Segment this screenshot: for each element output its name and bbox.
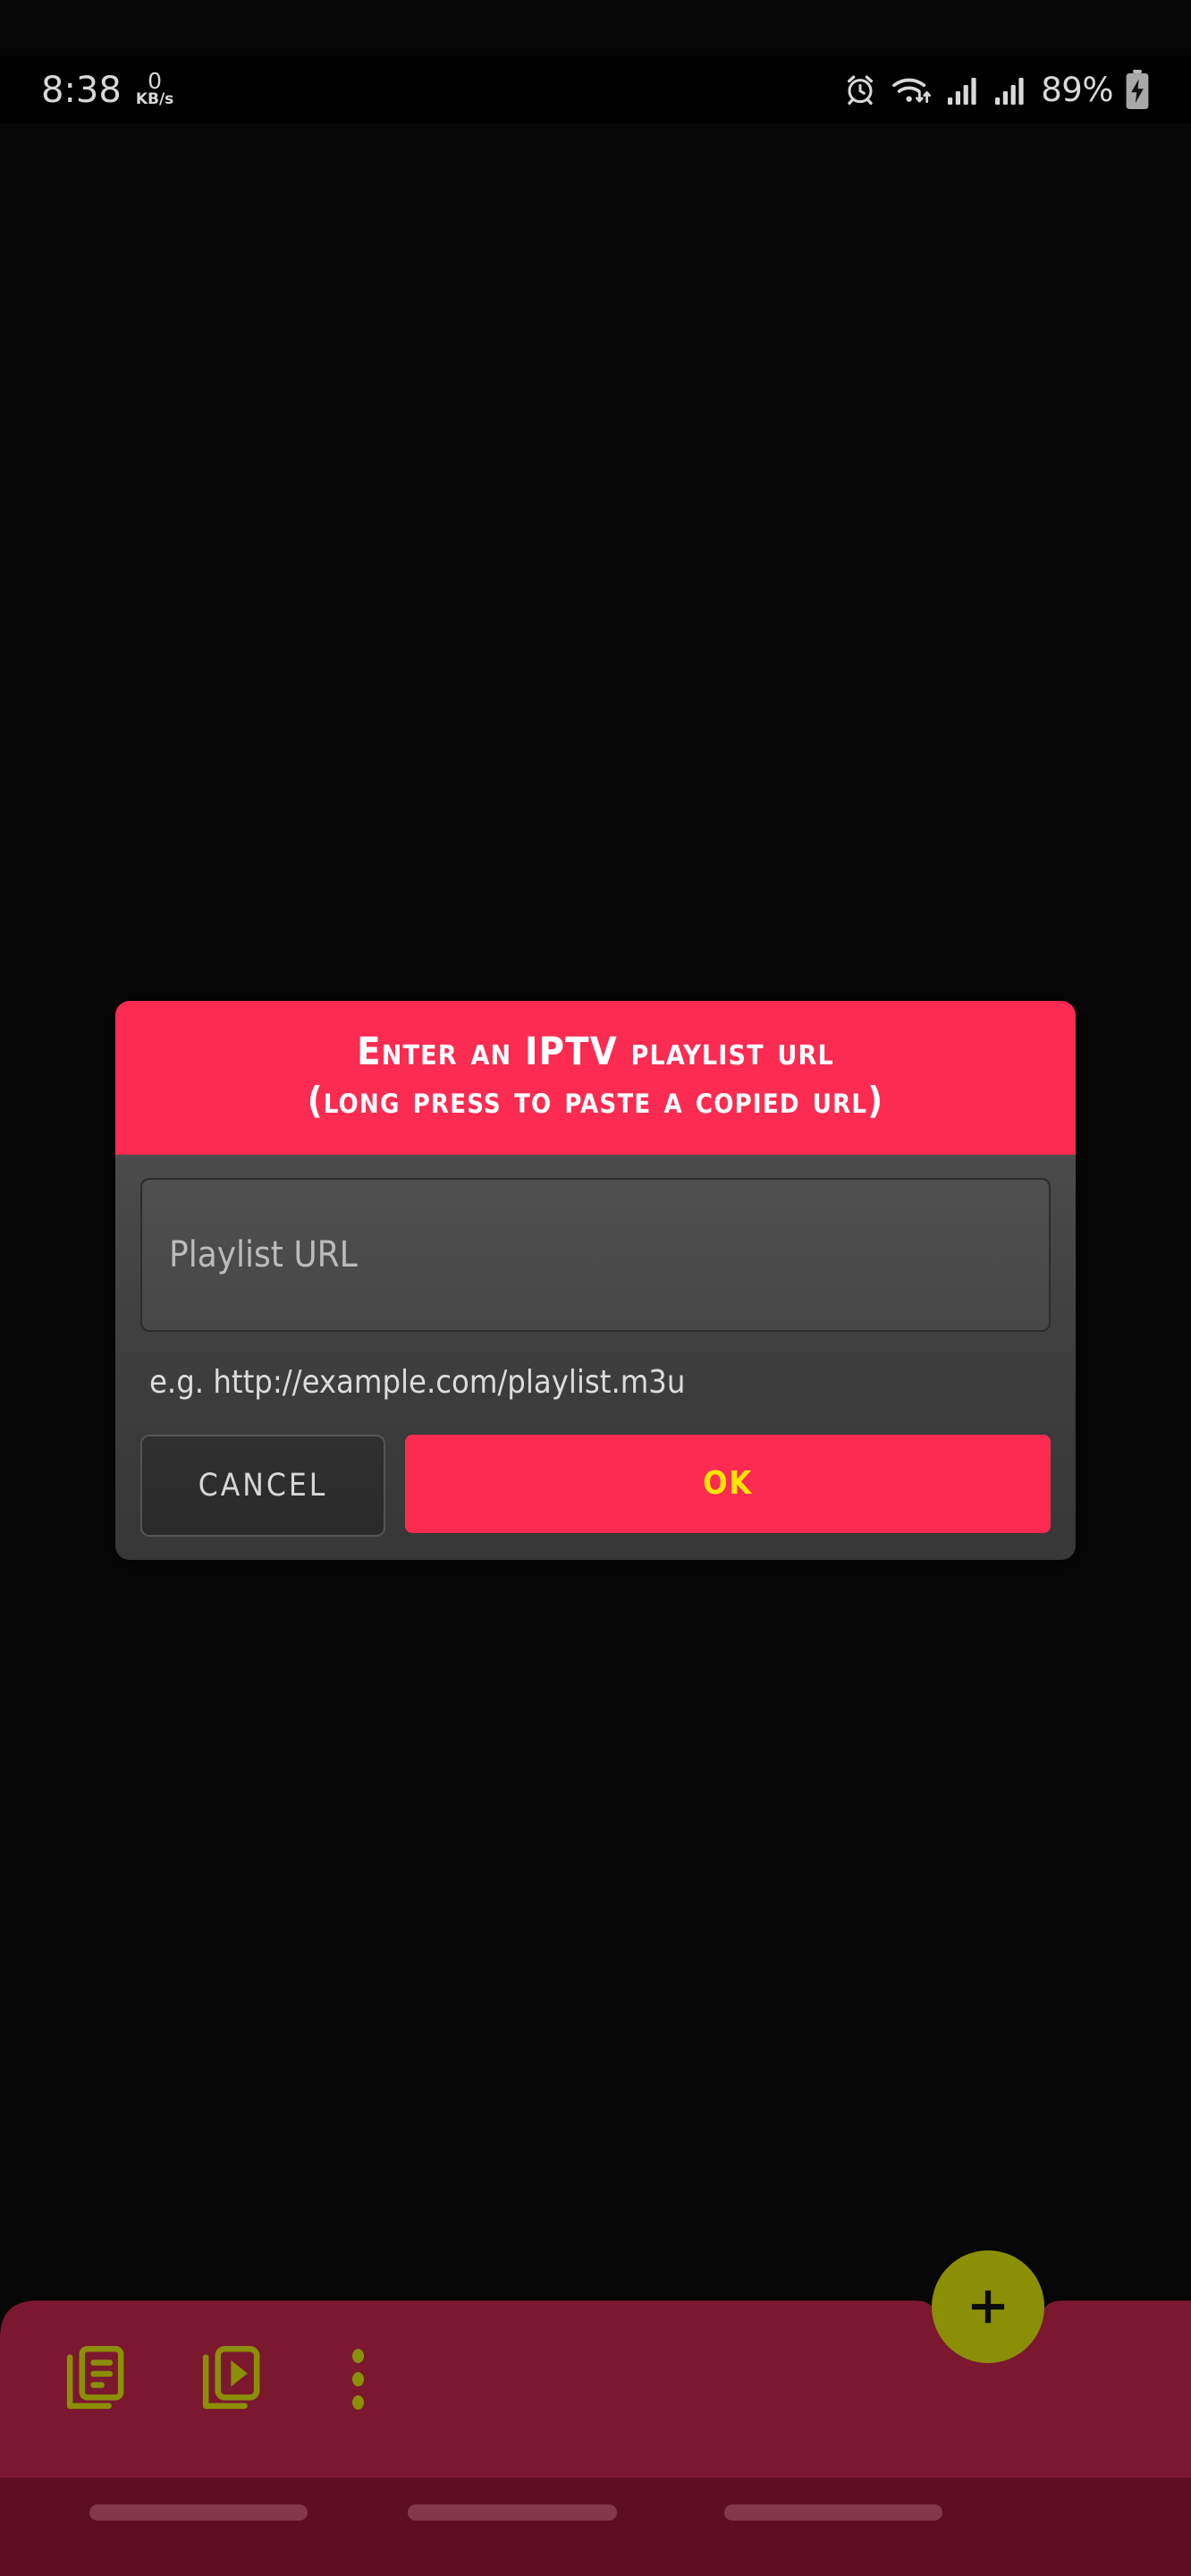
status-bar-right: 89%	[842, 70, 1150, 109]
phone-screen: 8:38 0 KB/s 89% Enter an IPTV playlist u…	[0, 0, 1191, 2576]
playlist-url-placeholder: Playlist URL	[169, 1233, 358, 1275]
dialog-button-row: CANCEL OK	[140, 1434, 1051, 1537]
signal-icon-sim1	[946, 72, 982, 107]
playlists-tab[interactable]	[55, 2338, 138, 2420]
gesture-navigation-bar	[0, 2476, 1191, 2576]
playlist-document-icon	[64, 2345, 129, 2413]
overflow-dot	[351, 2372, 364, 2386]
cancel-button-label: CANCEL	[198, 1467, 328, 1504]
status-clock: 8:38	[41, 69, 122, 111]
overflow-dot	[351, 2349, 364, 2363]
cancel-button[interactable]: CANCEL	[140, 1434, 385, 1537]
overflow-dot	[351, 2395, 364, 2410]
playlist-url-hint: e.g. http://example.com/playlist.m3u	[149, 1363, 686, 1401]
battery-charging-icon	[1125, 70, 1150, 109]
dialog-header: Enter an IPTV playlist url (long press t…	[115, 1001, 1076, 1155]
dialog-body: Playlist URL e.g. http://example.com/pla…	[115, 1154, 1076, 1560]
video-playlists-tab[interactable]	[191, 2338, 274, 2420]
network-speed-indicator: 0 KB/s	[135, 67, 174, 108]
ok-button[interactable]: OK	[405, 1434, 1051, 1533]
more-vertical-icon	[351, 2349, 364, 2410]
bottom-app-bar	[0, 2250, 1191, 2576]
plus-icon	[962, 2281, 1014, 2333]
video-playlist-icon	[200, 2345, 265, 2413]
alarm-icon	[842, 72, 878, 107]
playlist-url-input[interactable]: Playlist URL	[140, 1177, 1051, 1332]
dialog-subtitle: (long press to paste a copied url)	[307, 1079, 884, 1123]
status-bar-left: 8:38 0 KB/s	[41, 67, 174, 111]
overflow-menu[interactable]	[327, 2338, 388, 2420]
wifi-icon	[890, 72, 934, 107]
dialog-title: Enter an IPTV playlist url	[357, 1030, 834, 1074]
ok-button-label: OK	[703, 1465, 753, 1502]
signal-icon-sim2	[993, 72, 1029, 107]
home-pill[interactable]	[408, 2504, 617, 2521]
camera-punch-hole	[570, 64, 621, 116]
iptv-playlist-url-dialog: Enter an IPTV playlist url (long press t…	[115, 1001, 1076, 1560]
recents-pill[interactable]	[89, 2504, 308, 2521]
back-pill[interactable]	[724, 2504, 942, 2521]
network-speed-value: 0	[148, 67, 163, 94]
bottom-nav-items	[55, 2338, 388, 2420]
add-playlist-fab[interactable]	[932, 2250, 1044, 2363]
network-speed-unit: KB/s	[135, 89, 174, 108]
battery-percent-label: 89%	[1041, 70, 1113, 109]
